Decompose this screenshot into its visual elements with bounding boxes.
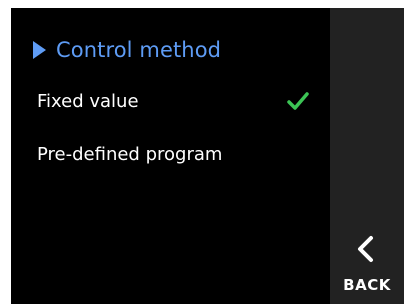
option-label: Pre-defined program [37, 143, 223, 165]
menu-header: Control method [33, 36, 221, 64]
back-button[interactable]: BACK [330, 230, 404, 300]
menu-title: Control method [56, 38, 222, 62]
option-fixed-value[interactable]: Fixed value [37, 88, 317, 114]
chevron-left-icon [358, 236, 373, 262]
option-pre-defined-program[interactable]: Pre-defined program [37, 141, 317, 167]
triangle-right-icon [33, 41, 46, 59]
device-screen: Control method Fixed value Pre-defined p… [11, 8, 404, 304]
option-label: Fixed value [37, 90, 139, 112]
checkmark-icon [287, 92, 309, 110]
back-label: BACK [343, 276, 391, 294]
